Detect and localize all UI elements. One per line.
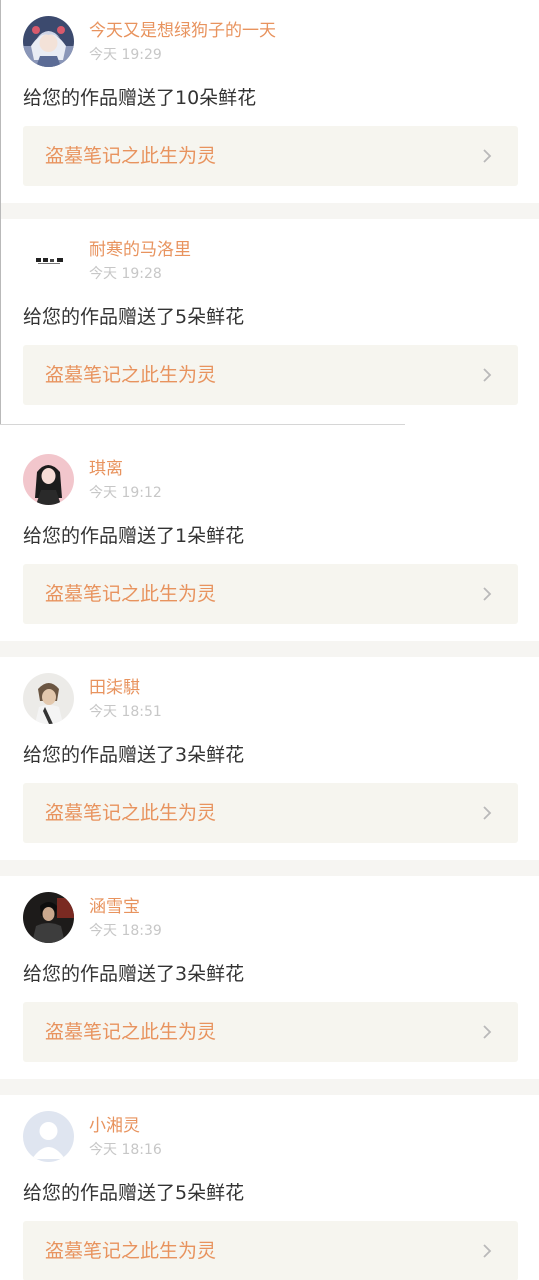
username[interactable]: 小湘灵 — [89, 1115, 140, 1137]
gift-message: 给您的作品赠送了5朵鲜花 — [23, 306, 245, 328]
timestamp: 今天 18:39 — [89, 923, 162, 939]
notification-card: 小湘灵 今天 18:16 给您的作品赠送了5朵鲜花 盗墓笔记之此生为灵 — [0, 1095, 539, 1280]
username[interactable]: 耐寒的马洛里 — [89, 239, 191, 261]
notification-card: 今天又是想绿狗子的一天 今天 19:29 给您的作品赠送了10朵鲜花 盗墓笔记之… — [0, 0, 539, 203]
notification-list: 今天又是想绿狗子的一天 今天 19:29 给您的作品赠送了10朵鲜花 盗墓笔记之… — [0, 0, 539, 1280]
chevron-right-icon — [478, 1023, 496, 1041]
username[interactable]: 今天又是想绿狗子的一天 — [89, 20, 276, 42]
timestamp: 今天 18:16 — [89, 1142, 162, 1158]
notification-card: 涵雪宝 今天 18:39 给您的作品赠送了3朵鲜花 盗墓笔记之此生为灵 — [0, 876, 539, 1079]
separator — [0, 860, 539, 876]
chevron-right-icon — [478, 585, 496, 603]
work-title: 盗墓笔记之此生为灵 — [45, 1240, 217, 1262]
avatar[interactable] — [23, 16, 74, 67]
timestamp: 今天 19:12 — [89, 485, 162, 501]
left-border — [0, 0, 1, 425]
work-link[interactable]: 盗墓笔记之此生为灵 — [23, 126, 518, 186]
avatar[interactable] — [23, 454, 74, 505]
work-title: 盗墓笔记之此生为灵 — [45, 583, 217, 605]
work-title: 盗墓笔记之此生为灵 — [45, 802, 217, 824]
username[interactable]: 琪离 — [89, 458, 123, 480]
username[interactable]: 涵雪宝 — [89, 896, 140, 918]
text-logo-avatar-icon — [23, 235, 74, 286]
notification-card: 耐寒的马洛里 今天 19:28 给您的作品赠送了5朵鲜花 盗墓笔记之此生为灵 — [0, 219, 539, 422]
work-link[interactable]: 盗墓笔记之此生为灵 — [23, 1002, 518, 1062]
avatar[interactable] — [23, 1111, 74, 1162]
timestamp: 今天 19:29 — [89, 47, 162, 63]
chevron-right-icon — [478, 804, 496, 822]
work-title: 盗墓笔记之此生为灵 — [45, 145, 217, 167]
notification-card: 田柒騏 今天 18:51 给您的作品赠送了3朵鲜花 盗墓笔记之此生为灵 — [0, 657, 539, 860]
separator — [0, 1079, 539, 1095]
work-link[interactable]: 盗墓笔记之此生为灵 — [23, 783, 518, 843]
gift-message: 给您的作品赠送了10朵鲜花 — [23, 87, 257, 109]
separator — [0, 641, 539, 657]
chevron-right-icon — [478, 366, 496, 384]
username[interactable]: 田柒騏 — [89, 677, 140, 699]
pink-girl-avatar-icon — [23, 454, 74, 505]
anime-girl-avatar-icon — [23, 16, 74, 67]
chevron-right-icon — [478, 1242, 496, 1260]
chevron-right-icon — [478, 147, 496, 165]
divider-line — [0, 424, 405, 425]
work-link[interactable]: 盗墓笔记之此生为灵 — [23, 564, 518, 624]
work-title: 盗墓笔记之此生为灵 — [45, 364, 217, 386]
avatar[interactable] — [23, 235, 74, 286]
work-link[interactable]: 盗墓笔记之此生为灵 — [23, 345, 518, 405]
notification-card: 琪离 今天 19:12 给您的作品赠送了1朵鲜花 盗墓笔记之此生为灵 — [0, 438, 539, 641]
gift-message: 给您的作品赠送了3朵鲜花 — [23, 744, 245, 766]
timestamp: 今天 18:51 — [89, 704, 162, 720]
avatar[interactable] — [23, 673, 74, 724]
dark-portrait-avatar-icon — [23, 892, 74, 943]
gift-message: 给您的作品赠送了5朵鲜花 — [23, 1182, 245, 1204]
avatar[interactable] — [23, 892, 74, 943]
separator — [0, 203, 539, 219]
default-user-avatar-icon — [23, 1111, 74, 1162]
gift-message: 给您的作品赠送了3朵鲜花 — [23, 963, 245, 985]
portrait-avatar-icon — [23, 673, 74, 724]
work-link[interactable]: 盗墓笔记之此生为灵 — [23, 1221, 518, 1280]
work-title: 盗墓笔记之此生为灵 — [45, 1021, 217, 1043]
timestamp: 今天 19:28 — [89, 266, 162, 282]
gift-message: 给您的作品赠送了1朵鲜花 — [23, 525, 245, 547]
